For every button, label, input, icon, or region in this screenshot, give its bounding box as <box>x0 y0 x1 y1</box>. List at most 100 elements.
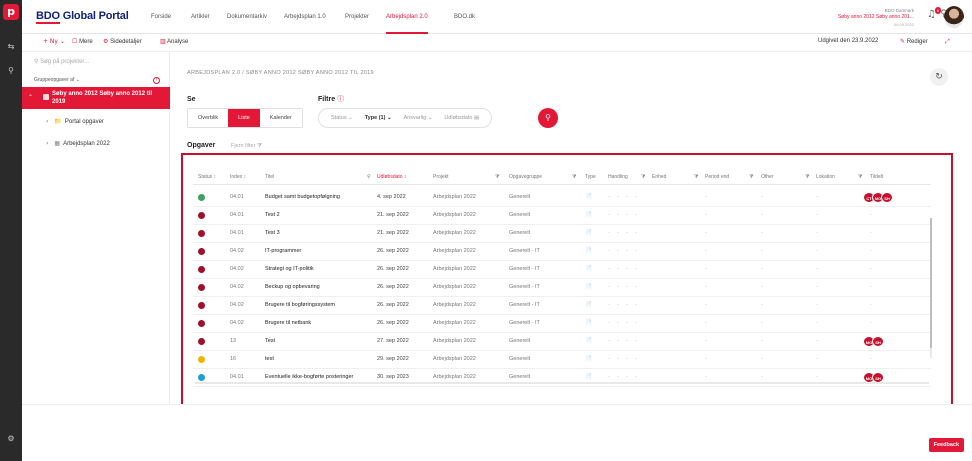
row-title: Test 3 <box>265 230 280 236</box>
table-row[interactable]: 04.02 Brugere til bogføringssystem 26. sep… <box>193 297 931 315</box>
empty-cell: - <box>608 302 610 308</box>
row-project: Arbejdsplan 2022 <box>433 212 476 218</box>
col-projekt[interactable]: Projekt <box>433 174 449 180</box>
filter-icon[interactable]: ⧩ <box>749 174 753 180</box>
col-index[interactable]: Index ↕ <box>230 174 246 180</box>
new-button[interactable]: + Ny ⌄ <box>43 38 65 45</box>
filter-icon[interactable]: ⧩ <box>495 174 499 180</box>
info-icon: ⓘ <box>337 96 345 103</box>
empty-cell: - <box>816 356 818 362</box>
view-kalender[interactable]: Kalender <box>259 109 302 127</box>
view-switcher: Overblik Liste Kalender <box>187 108 303 128</box>
table-row[interactable]: 04.02 IT-programmer 26. sep 2022 Arbejdspla… <box>193 243 931 261</box>
info-icon[interactable]: ! <box>153 77 160 84</box>
assignee-avatar[interactable]: SH <box>872 336 884 347</box>
page-details-button[interactable]: ⚙ Sidedetaljer <box>103 38 142 45</box>
table-row[interactable]: 04.01 Eventuelle ikke-bogførte posteringe… <box>193 369 931 387</box>
filter-icon[interactable]: ⧩ <box>641 174 645 180</box>
active-project-item[interactable]: ⌃ Søby anno 2012 Søby anno 2012 til 2019 <box>22 87 170 109</box>
assignee-tags[interactable]: MO SH <box>863 336 884 347</box>
row-title: Test <box>265 338 276 344</box>
project-search-input[interactable]: ⚲ Søg på projekter... <box>34 58 89 65</box>
col-period-end[interactable]: Period end <box>705 174 729 180</box>
avatar[interactable] <box>944 6 964 28</box>
filter-type[interactable]: Type (1) ⌄ <box>365 115 392 121</box>
table-row[interactable]: 04.01 Budget samt budgetopfølgning 4. sep … <box>193 189 931 207</box>
row-group: Generelt <box>509 230 531 236</box>
empty-cell: - <box>617 284 619 290</box>
brand-title[interactable]: BDO Global Portal <box>36 10 129 24</box>
filter-ansvarlig[interactable]: Ansvarlig ⌄ <box>404 115 433 121</box>
nav-artikler[interactable]: Artikler <box>191 0 210 34</box>
table-row[interactable]: 04.02 Strategi og IT-politik 26. sep 2022 A… <box>193 261 931 279</box>
col-opgavegruppe[interactable]: Opgavegruppe <box>509 174 542 180</box>
nav-arbejdsplan-1[interactable]: Arbejdsplan 1.0 <box>284 0 326 34</box>
view-overblik[interactable]: Overblik <box>188 109 229 127</box>
table-row[interactable]: 04.02 Brugere til netbank 26. sep 2022 Arbe… <box>193 315 931 333</box>
nav-bdo-dk[interactable]: BDO.dk <box>454 0 475 34</box>
search-icon: ⚲ <box>34 59 39 65</box>
expand-menu-icon[interactable]: ⇆ <box>0 42 22 51</box>
more-button[interactable]: ☐ Mere <box>72 38 93 45</box>
empty-cell: - <box>608 374 610 380</box>
vertical-scrollbar-thumb[interactable] <box>930 218 932 348</box>
horizontal-scrollbar[interactable] <box>195 382 929 384</box>
col-tildelt[interactable]: Tildelt <box>870 174 883 180</box>
refresh-icon[interactable]: ↻ <box>930 68 948 86</box>
empty-cell: - <box>816 266 818 272</box>
table-row[interactable]: 16 test 29. sep 2022 Arbejdsplan 2022 Genere… <box>193 351 931 369</box>
view-liste[interactable]: Liste <box>228 109 260 127</box>
row-title: Eventuelle ikke-bogførte posteringer <box>265 374 354 380</box>
edit-button[interactable]: ✎ Rediger <box>900 38 928 45</box>
filter-icon[interactable]: ⧩ <box>694 174 698 180</box>
assignee-avatar[interactable]: SH <box>881 192 893 203</box>
search-icon[interactable]: ⚲ <box>0 66 22 75</box>
row-project: Arbejdsplan 2022 <box>433 356 476 362</box>
expand-icon[interactable]: ⤢ <box>945 38 950 46</box>
col-status[interactable]: Status ↕ <box>198 174 216 180</box>
row-project: Arbejdsplan 2022 <box>433 230 476 236</box>
filter-udlobsdato[interactable]: Udløbsdato ▤ <box>444 115 479 121</box>
col-handling[interactable]: Handling <box>608 174 628 180</box>
filter-status[interactable]: Status ⌄ <box>331 115 353 121</box>
empty-cell: - <box>626 374 628 380</box>
nav-dokumentarkiv[interactable]: Dokumentarkiv <box>227 0 267 34</box>
user-project-context[interactable]: BDO Danmark Søby anno 2012 Søby anno 201… <box>838 7 914 28</box>
table-row[interactable]: 04.01 Test 3 21. sep 2022 Arbejdsplan 2022 G… <box>193 225 931 243</box>
clear-filter-link[interactable]: Fjern filter ⧩ <box>231 143 262 150</box>
empty-cell: - <box>705 338 707 344</box>
assignee-tags[interactable]: CT MO SH <box>863 192 893 203</box>
status-dot-icon <box>198 374 205 381</box>
empty-cell: - <box>617 374 619 380</box>
col-enhed[interactable]: Enhed <box>652 174 666 180</box>
nav-arbejdsplan-2[interactable]: Arbejdsplan 2.0 <box>386 0 428 34</box>
empty-cell: - <box>608 230 610 236</box>
col-udlobsdato[interactable]: Udløbsdato ↕ <box>377 174 406 180</box>
feedback-button[interactable]: Feedback <box>928 438 964 452</box>
col-lokation[interactable]: Lokation <box>816 174 835 180</box>
analysis-button[interactable]: ▥ Analyse <box>160 38 188 45</box>
document-type-icon: 📄 <box>585 320 592 326</box>
table-row[interactable]: 13 Test 27. sep 2022 Arbejdsplan 2022 Genere… <box>193 333 931 351</box>
filter-icon[interactable]: ⧩ <box>858 174 862 180</box>
filter-icon[interactable]: ⧩ <box>572 174 576 180</box>
row-title: Beckup og opbevaring <box>265 284 320 290</box>
filter-icon[interactable]: ⧩ <box>805 174 809 180</box>
col-type[interactable]: Type <box>585 174 596 180</box>
empty-cell: - <box>617 212 619 218</box>
project-child-portal-opgaver[interactable]: › 📁 Portal opgaver <box>46 118 104 125</box>
settings-gear-icon[interactable]: ⚙ <box>0 434 22 443</box>
nav-forside[interactable]: Forside <box>151 0 171 34</box>
portal-logo-icon[interactable]: p <box>3 4 19 20</box>
nav-projekter[interactable]: Projekter <box>345 0 369 34</box>
search-icon[interactable]: ⚲ <box>367 174 371 180</box>
table-row[interactable]: 04.01 Test 2 21. sep 2022 Arbejdsplan 2022 G… <box>193 207 931 225</box>
group-select[interactable]: Gruppeopgaver af ⌄ <box>34 77 80 83</box>
col-titel[interactable]: Titel <box>265 174 274 180</box>
table-row[interactable]: 04.02 Beckup og opbevaring 26. sep 2022 Arb… <box>193 279 931 297</box>
row-due-date: 26. sep 2022 <box>377 302 409 308</box>
project-child-arbejdsplan[interactable]: › ▦ Arbejdsplan 2022 <box>46 140 110 147</box>
document-type-icon: 📄 <box>585 230 592 236</box>
filter-apply-icon[interactable]: ⚲ <box>538 108 558 128</box>
col-other[interactable]: Other <box>761 174 774 180</box>
